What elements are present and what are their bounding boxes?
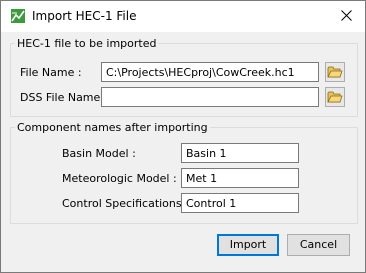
cancel-button[interactable]: Cancel [287,234,350,256]
component-group-legend: Component names after importing [17,121,208,134]
control-specifications-field[interactable] [181,193,299,213]
window-title: Import HEC-1 File [32,9,137,23]
import-hec1-dialog: Import HEC-1 File HEC-1 file to be impor… [0,0,366,273]
close-button[interactable] [329,1,365,32]
basin-model-label: Basin Model : [62,147,136,160]
meteorologic-model-field[interactable] [181,168,299,188]
close-icon [341,10,352,21]
meteorologic-model-label: Meteorologic Model : [62,172,177,185]
title-bar: Import HEC-1 File [1,1,365,32]
dss-file-name-field[interactable] [101,87,319,107]
folder-open-icon [327,91,343,103]
hec-hms-app-icon [11,9,25,23]
file-name-browse-button[interactable] [325,62,345,82]
file-name-field[interactable] [101,62,319,82]
basin-model-field[interactable] [181,143,299,163]
folder-open-icon [327,66,343,78]
file-name-label: File Name : [20,66,82,79]
control-specifications-label: Control Specifications : [62,197,189,210]
file-group-legend: HEC-1 file to be imported [17,37,157,50]
dss-file-name-label: DSS File Name : [20,91,108,104]
import-button[interactable]: Import [217,234,279,256]
dss-file-name-browse-button[interactable] [325,87,345,107]
